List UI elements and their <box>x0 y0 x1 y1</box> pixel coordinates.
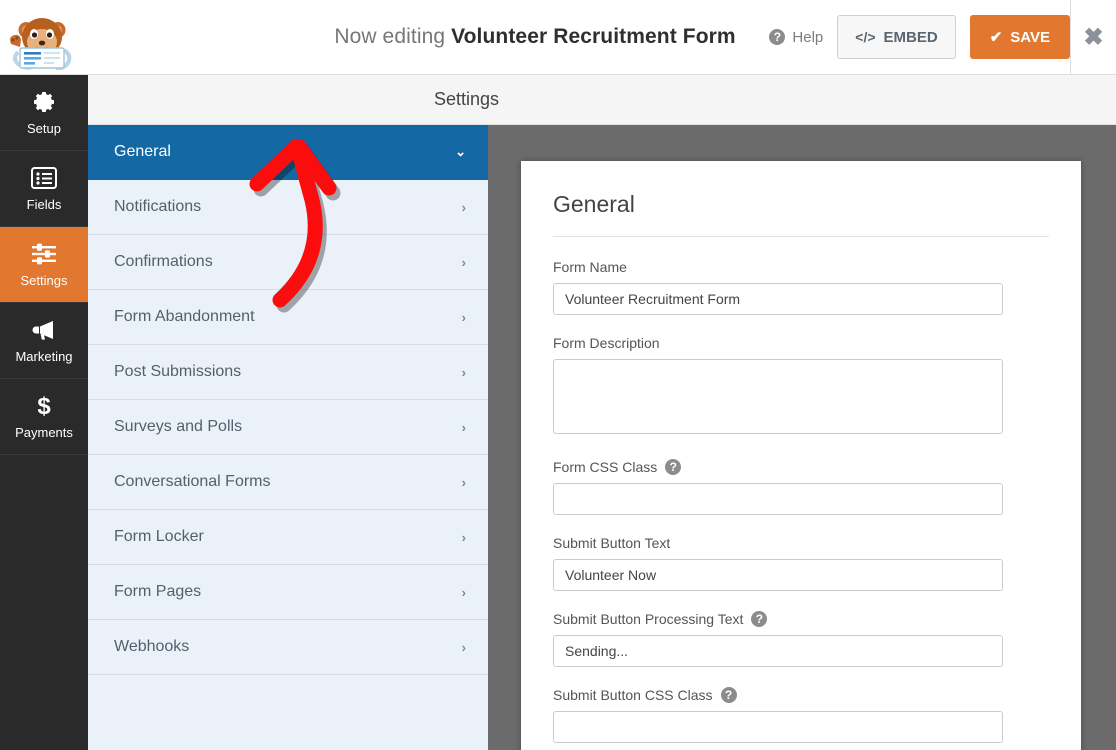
nav-item-post-submissions[interactable]: Post Submissions › <box>88 345 488 400</box>
builder-sidebar-rail: Setup Fields <box>0 75 88 750</box>
form-name-input[interactable] <box>553 283 1003 315</box>
nav-item-conversational-forms[interactable]: Conversational Forms › <box>88 455 488 510</box>
nav-item-notifications[interactable]: Notifications › <box>88 180 488 235</box>
settings-bar-title: Settings <box>434 89 499 110</box>
field-label: Form Name <box>553 259 1049 275</box>
nav-item-label: General <box>114 143 171 161</box>
field-label: Submit Button Text <box>553 535 1049 551</box>
nav-item-confirmations[interactable]: Confirmations › <box>88 235 488 290</box>
question-circle-icon[interactable]: ? <box>751 611 767 627</box>
help-button-label: Help <box>792 29 823 46</box>
svg-text:$: $ <box>37 393 51 419</box>
dollar-icon: $ <box>31 393 57 419</box>
app-header: Now editing Volunteer Recruitment Form ?… <box>0 0 1116 75</box>
sliders-icon <box>31 241 57 267</box>
nav-item-general[interactable]: General ⌄ <box>88 125 488 180</box>
field-submit-button-text: Submit Button Text <box>553 535 1049 591</box>
field-label: Form Description <box>553 335 1049 351</box>
embed-button[interactable]: </> EMBED <box>837 15 955 59</box>
nav-item-label: Notifications <box>114 198 201 216</box>
chevron-right-icon: › <box>462 255 466 270</box>
label-text: Submit Button Text <box>553 535 670 551</box>
label-text: Form Description <box>553 335 660 351</box>
question-circle-icon[interactable]: ? <box>665 459 681 475</box>
nav-item-form-pages[interactable]: Form Pages › <box>88 565 488 620</box>
field-form-css-class: Form CSS Class ? <box>553 459 1049 515</box>
embed-button-label: EMBED <box>884 29 938 46</box>
sidebar-item-setup[interactable]: Setup <box>0 75 88 151</box>
chevron-right-icon: › <box>462 200 466 215</box>
nav-item-label: Post Submissions <box>114 363 241 381</box>
settings-title-bar: Settings <box>88 75 1116 125</box>
general-settings-card: General Form Name Form Description Form … <box>521 161 1081 750</box>
submit-button-css-class-input[interactable] <box>553 711 1003 743</box>
nav-item-label: Webhooks <box>114 638 189 656</box>
wpforms-form-builder: Now editing Volunteer Recruitment Form ?… <box>0 0 1116 750</box>
submit-button-processing-text-input[interactable] <box>553 635 1003 667</box>
question-circle-icon[interactable]: ? <box>721 687 737 703</box>
form-css-class-input[interactable] <box>553 483 1003 515</box>
label-text: Submit Button CSS Class <box>553 687 713 703</box>
sidebar-item-label: Marketing <box>15 349 72 364</box>
sidebar-item-label: Settings <box>21 273 68 288</box>
header-actions: ? Help </> EMBED ✔ SAVE <box>769 0 1070 74</box>
chevron-right-icon: › <box>462 530 466 545</box>
editing-prefix: Now editing <box>334 25 451 49</box>
field-label: Submit Button CSS Class ? <box>553 687 1049 703</box>
chevron-right-icon: › <box>462 585 466 600</box>
save-button[interactable]: ✔ SAVE <box>970 15 1070 59</box>
sidebar-item-label: Fields <box>27 197 62 212</box>
nav-item-surveys-and-polls[interactable]: Surveys and Polls › <box>88 400 488 455</box>
field-label: Form CSS Class ? <box>553 459 1049 475</box>
sidebar-item-payments[interactable]: $ Payments <box>0 379 88 455</box>
code-icon: </> <box>855 29 875 45</box>
chevron-right-icon: › <box>462 420 466 435</box>
sidebar-item-label: Payments <box>15 425 73 440</box>
chevron-right-icon: › <box>462 640 466 655</box>
sidebar-item-settings[interactable]: Settings <box>0 227 88 303</box>
field-form-name: Form Name <box>553 259 1049 315</box>
field-submit-button-css-class: Submit Button CSS Class ? <box>553 687 1049 743</box>
nav-item-webhooks[interactable]: Webhooks › <box>88 620 488 675</box>
field-submit-button-processing-text: Submit Button Processing Text ? <box>553 611 1049 667</box>
label-text: Form CSS Class <box>553 459 657 475</box>
label-text: Form Name <box>553 259 627 275</box>
chevron-right-icon: › <box>462 365 466 380</box>
submit-button-text-input[interactable] <box>553 559 1003 591</box>
chevron-right-icon: › <box>462 475 466 490</box>
panel-heading: General <box>553 191 1049 237</box>
nav-item-form-locker[interactable]: Form Locker › <box>88 510 488 565</box>
sidebar-item-fields[interactable]: Fields <box>0 151 88 227</box>
check-icon: ✔ <box>990 28 1003 46</box>
nav-item-label: Confirmations <box>114 253 213 271</box>
nav-item-label: Conversational Forms <box>114 473 271 491</box>
nav-item-label: Form Locker <box>114 528 204 546</box>
question-circle-icon: ? <box>769 29 785 45</box>
close-icon[interactable]: ✖ <box>1071 0 1116 75</box>
chevron-down-icon: ⌄ <box>455 144 466 160</box>
megaphone-icon <box>31 317 57 343</box>
nav-item-label: Form Pages <box>114 583 201 601</box>
settings-nav-list: General ⌄ Notifications › Confirmations … <box>88 125 488 750</box>
chevron-right-icon: › <box>462 310 466 325</box>
save-button-label: SAVE <box>1010 29 1050 46</box>
help-button[interactable]: ? Help <box>769 29 823 46</box>
form-list-icon <box>31 165 57 191</box>
nav-item-label: Form Abandonment <box>114 308 255 326</box>
editing-form-name: Volunteer Recruitment Form <box>451 25 736 49</box>
settings-stage: General Form Name Form Description Form … <box>488 125 1116 750</box>
nav-item-label: Surveys and Polls <box>114 418 242 436</box>
form-description-textarea[interactable] <box>553 359 1003 434</box>
field-label: Submit Button Processing Text ? <box>553 611 1049 627</box>
sidebar-item-marketing[interactable]: Marketing <box>0 303 88 379</box>
gear-icon <box>31 89 57 115</box>
nav-item-form-abandonment[interactable]: Form Abandonment › <box>88 290 488 345</box>
sidebar-item-label: Setup <box>27 121 61 136</box>
field-form-description: Form Description <box>553 335 1049 439</box>
label-text: Submit Button Processing Text <box>553 611 743 627</box>
